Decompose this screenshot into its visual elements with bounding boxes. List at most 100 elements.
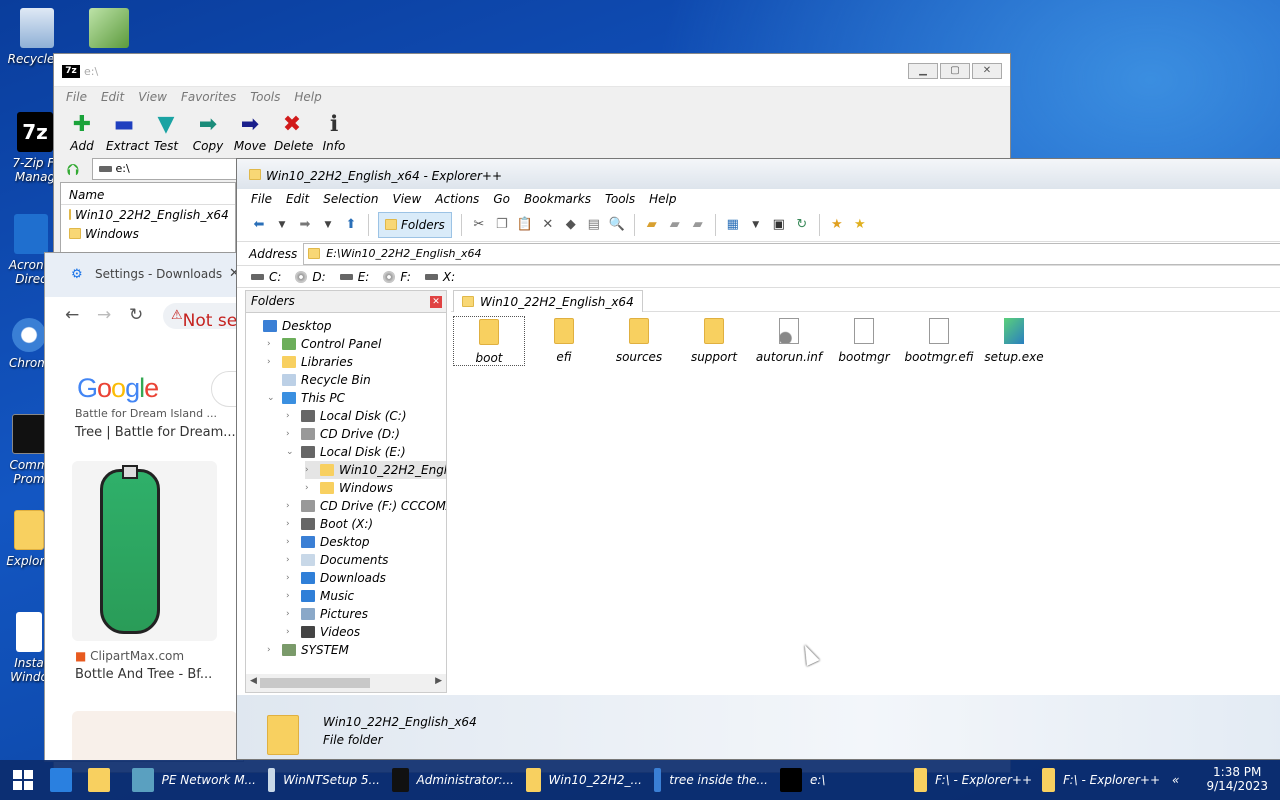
drive-x-button[interactable]: X: (424, 270, 455, 284)
tree-item[interactable]: › Control Panel (267, 335, 381, 353)
tree-item[interactable]: ⌄ This PC (267, 389, 345, 407)
add-button[interactable]: ✚ Add (64, 113, 100, 154)
chrome-window[interactable]: ⚙ Settings - Downloads ✕ ← → ↻ ⚠ Not sec… (44, 252, 244, 762)
close-pane-icon[interactable]: ✕ (430, 296, 442, 308)
scroll-left-icon[interactable]: ◀ (250, 676, 257, 686)
taskbar-item[interactable]: e:\ (774, 760, 902, 800)
tree-expander-icon[interactable]: › (267, 645, 277, 655)
search-icon[interactable]: 🔍 (609, 217, 625, 232)
menu-favorites[interactable]: Favorites (181, 90, 236, 104)
move-button[interactable]: ➡ Move (232, 113, 268, 154)
taskbar-item[interactable]: tree inside the... (648, 760, 768, 800)
tree-item[interactable]: › Downloads (286, 569, 386, 587)
properties-icon[interactable]: ▤ (586, 217, 602, 232)
tree-item[interactable]: › Music (286, 587, 354, 605)
tree-item[interactable]: ›Win10_22H2_English_x64 (305, 461, 446, 479)
file-item[interactable]: autorun.inf (753, 316, 825, 366)
tree-item[interactable]: Recycle Bin (267, 371, 371, 389)
file-item[interactable]: efi (528, 316, 600, 366)
tree-item[interactable]: › Desktop (286, 533, 370, 551)
clock[interactable]: 1:38 PM 9/14/2023 (1206, 765, 1268, 793)
show-hidden-icons-button[interactable]: « (1172, 760, 1192, 800)
tree-item[interactable]: › Boot (X:) (286, 515, 373, 533)
drive-e-button[interactable]: E: (339, 270, 369, 284)
maximize-button[interactable]: ▢ (940, 63, 970, 79)
chrome-tab[interactable]: ⚙ Settings - Downloads ✕ (45, 253, 243, 297)
menu-actions[interactable]: Actions (435, 192, 479, 206)
sevenzip-file-list[interactable]: Name Win10_22H2_English_x64 Windows (60, 182, 236, 262)
tree-expander-icon[interactable]: › (286, 537, 296, 547)
up-icon[interactable]: ⬆ (343, 217, 359, 232)
file-list-view[interactable]: boot efi sources support autorun.inf bootmgr b… (451, 314, 1280, 694)
security-indicator[interactable]: ⚠ Not sec (163, 303, 243, 331)
tree-expander-icon[interactable]: › (286, 573, 296, 583)
menu-tools[interactable]: Tools (605, 192, 635, 206)
scroll-right-icon[interactable]: ▶ (435, 676, 442, 686)
delete-permanently-icon[interactable]: ◆ (563, 217, 579, 232)
tree-expander-icon[interactable]: › (286, 555, 296, 565)
tree-expander-icon[interactable]: › (267, 357, 277, 367)
drive-f-button[interactable]: F: (383, 270, 411, 284)
tree-expander-icon[interactable]: › (286, 429, 296, 439)
tree-expander-icon[interactable]: › (286, 501, 296, 511)
tree-item[interactable]: › Videos (286, 623, 360, 641)
menu-bookmarks[interactable]: Bookmarks (524, 192, 591, 206)
result-title[interactable]: Bottle And Tree - Bf... (75, 667, 212, 682)
chevron-down-icon[interactable]: ▼ (748, 220, 764, 230)
result-title[interactable]: Tree | Battle for Dream... (75, 425, 236, 440)
reload-icon[interactable]: ↻ (129, 305, 143, 325)
bottle-image[interactable] (72, 461, 217, 641)
up-folder-icon[interactable]: ⮉ (62, 160, 84, 179)
tree-expander-icon[interactable]: › (286, 609, 296, 619)
tree-item[interactable]: Desktop (248, 317, 332, 335)
delete-button[interactable]: ✖ Delete (274, 113, 313, 154)
tree-expander-icon[interactable]: › (305, 465, 315, 475)
menu-file[interactable]: File (251, 192, 272, 206)
menu-selection[interactable]: Selection (323, 192, 378, 206)
forward-icon[interactable]: ➡ (297, 217, 313, 232)
explorer-window[interactable]: Win10_22H2_English_x64 - Explorer++ File… (236, 158, 1280, 760)
sevenzip-titlebar[interactable]: 7z e:\ ▁ ▢ ✕ (54, 54, 1010, 87)
delete-icon[interactable]: ✕ (540, 217, 556, 232)
extract-button[interactable]: ▬ Extract (106, 113, 149, 154)
file-item[interactable]: setup.exe (978, 316, 1050, 366)
menu-help[interactable]: Help (649, 192, 676, 206)
test-button[interactable]: ▼ Test (148, 113, 184, 154)
horizontal-scrollbar[interactable]: ◀ ▶ (246, 674, 446, 692)
chevron-down-icon[interactable]: ▼ (320, 220, 336, 230)
tree-item[interactable]: › Libraries (267, 353, 353, 371)
tree-item[interactable]: ⌄ Local Disk (E:) (286, 443, 406, 461)
taskbar-item[interactable]: WinNTSetup 5... (262, 760, 380, 800)
cut-icon[interactable]: ✂ (471, 217, 487, 232)
menu-help[interactable]: Help (294, 90, 321, 104)
tree-item[interactable]: › Documents (286, 551, 388, 569)
drive-d-button[interactable]: D: (295, 270, 326, 284)
copy-to-folder-icon[interactable]: ▰ (667, 217, 683, 232)
taskbar-item[interactable]: F:\ - Explorer++ (1036, 760, 1160, 800)
name-column-header[interactable]: Name (61, 183, 235, 205)
forward-icon[interactable]: → (97, 305, 111, 325)
tree-expander-icon[interactable]: › (305, 483, 315, 493)
tree-expander-icon[interactable]: ⌄ (267, 393, 277, 403)
result-image[interactable] (72, 711, 237, 761)
list-item[interactable]: Win10_22H2_English_x64 (61, 205, 235, 224)
list-item[interactable]: Windows (61, 224, 235, 243)
folder-tree[interactable]: Desktop › Control Panel › Libraries Recycle B… (246, 313, 446, 673)
menu-view[interactable]: View (138, 90, 167, 104)
explorer-titlebar[interactable]: Win10_22H2_English_x64 - Explorer++ (237, 159, 1280, 189)
back-icon[interactable]: ⬅ (251, 217, 267, 232)
info-button[interactable]: ℹ Info (316, 113, 352, 154)
minimize-button[interactable]: ▁ (908, 63, 938, 79)
tab-current-folder[interactable]: Win10_22H2_English_x64 (453, 290, 643, 312)
tree-item[interactable]: › CD Drive (D:) (286, 425, 400, 443)
menu-tools[interactable]: Tools (250, 90, 280, 104)
tree-expander-icon[interactable]: › (286, 591, 296, 601)
close-button[interactable]: ✕ (972, 63, 1002, 79)
tree-expander-icon[interactable]: › (267, 339, 277, 349)
address-input[interactable]: E:\Win10_22H2_English_x64 (303, 242, 1280, 265)
refresh-icon[interactable]: ↻ (794, 217, 810, 232)
tree-expander-icon[interactable]: ⌄ (286, 447, 296, 457)
tree-item[interactable]: › Windows (305, 479, 393, 497)
new-folder-icon[interactable]: ▰ (644, 217, 660, 232)
copy-icon[interactable]: ❐ (494, 217, 510, 232)
